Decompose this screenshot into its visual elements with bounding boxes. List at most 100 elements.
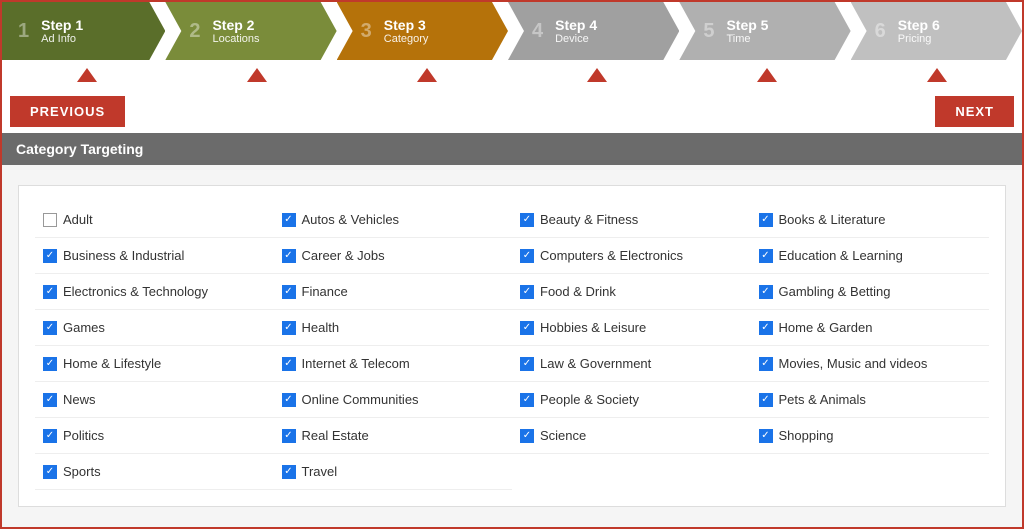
step-number-5: 5: [703, 20, 714, 43]
category-label: Beauty & Fitness: [540, 212, 638, 227]
category-item[interactable]: Hobbies & Leisure: [512, 310, 751, 346]
category-item[interactable]: Law & Government: [512, 346, 751, 382]
category-label: Law & Government: [540, 356, 651, 371]
category-label: Education & Learning: [779, 248, 903, 263]
category-item[interactable]: Home & Lifestyle: [35, 346, 274, 382]
category-item[interactable]: Sports: [35, 454, 274, 490]
category-checkbox[interactable]: [282, 321, 296, 335]
step-title-4: Step 4: [555, 17, 597, 33]
category-item[interactable]: Politics: [35, 418, 274, 454]
step-subtitle-3: Category: [384, 33, 429, 45]
category-checkbox[interactable]: [282, 429, 296, 443]
category-checkbox[interactable]: [43, 249, 57, 263]
arrow-container-3: [342, 60, 512, 90]
category-item[interactable]: Autos & Vehicles: [274, 202, 513, 238]
category-checkbox[interactable]: [282, 285, 296, 299]
category-item[interactable]: Internet & Telecom: [274, 346, 513, 382]
step-subtitle-5: Time: [726, 33, 768, 45]
category-checkbox[interactable]: [282, 249, 296, 263]
category-item[interactable]: Finance: [274, 274, 513, 310]
category-label: Travel: [302, 464, 338, 479]
step-title-3: Step 3: [384, 17, 429, 33]
category-item[interactable]: Science: [512, 418, 751, 454]
category-checkbox[interactable]: [520, 321, 534, 335]
category-checkbox[interactable]: [759, 213, 773, 227]
category-checkbox[interactable]: [759, 285, 773, 299]
category-checkbox[interactable]: [43, 285, 57, 299]
category-item[interactable]: Travel: [274, 454, 513, 490]
category-checkbox[interactable]: [43, 357, 57, 371]
category-checkbox[interactable]: [759, 393, 773, 407]
category-item[interactable]: Adult: [35, 202, 274, 238]
step-title-1: Step 1: [41, 17, 83, 33]
step-title-6: Step 6: [898, 17, 940, 33]
category-label: Real Estate: [302, 428, 369, 443]
category-checkbox[interactable]: [520, 357, 534, 371]
step-1[interactable]: 1 Step 1 Ad Info: [2, 2, 165, 60]
category-label: Gambling & Betting: [779, 284, 891, 299]
category-item[interactable]: Beauty & Fitness: [512, 202, 751, 238]
category-item[interactable]: Business & Industrial: [35, 238, 274, 274]
step-3[interactable]: 3 Step 3 Category: [337, 2, 508, 60]
category-item[interactable]: Education & Learning: [751, 238, 990, 274]
arrow-container-5: [682, 60, 852, 90]
category-label: News: [63, 392, 96, 407]
category-checkbox[interactable]: [282, 213, 296, 227]
step-2[interactable]: 2 Step 2 Locations: [165, 2, 336, 60]
category-item[interactable]: Shopping: [751, 418, 990, 454]
category-item[interactable]: Gambling & Betting: [751, 274, 990, 310]
category-label: Pets & Animals: [779, 392, 866, 407]
category-item[interactable]: Online Communities: [274, 382, 513, 418]
page-wrapper: 1 Step 1 Ad Info 2 Step 2 Locations 3 St…: [0, 0, 1024, 529]
category-item[interactable]: People & Society: [512, 382, 751, 418]
category-checkbox[interactable]: [520, 249, 534, 263]
category-item[interactable]: Movies, Music and videos: [751, 346, 990, 382]
category-checkbox[interactable]: [43, 321, 57, 335]
prev-button[interactable]: PREVIOUS: [10, 96, 125, 127]
category-item[interactable]: News: [35, 382, 274, 418]
category-item[interactable]: Computers & Electronics: [512, 238, 751, 274]
arrow-container-6: [852, 60, 1022, 90]
step-number-2: 2: [189, 20, 200, 43]
category-checkbox[interactable]: [759, 357, 773, 371]
category-checkbox[interactable]: [759, 321, 773, 335]
step-number-3: 3: [361, 20, 372, 43]
category-item[interactable]: Home & Garden: [751, 310, 990, 346]
category-item[interactable]: Real Estate: [274, 418, 513, 454]
category-label: Science: [540, 428, 586, 443]
category-label: Hobbies & Leisure: [540, 320, 646, 335]
category-checkbox[interactable]: [43, 213, 57, 227]
next-button[interactable]: NEXT: [935, 96, 1014, 127]
category-checkbox[interactable]: [282, 393, 296, 407]
arrow-up-5: [757, 68, 777, 82]
stepper: 1 Step 1 Ad Info 2 Step 2 Locations 3 St…: [2, 2, 1022, 60]
arrow-up-3: [417, 68, 437, 82]
category-item[interactable]: Career & Jobs: [274, 238, 513, 274]
category-item[interactable]: Food & Drink: [512, 274, 751, 310]
category-item[interactable]: Pets & Animals: [751, 382, 990, 418]
category-label: People & Society: [540, 392, 639, 407]
category-label: Shopping: [779, 428, 834, 443]
category-label: Books & Literature: [779, 212, 886, 227]
category-checkbox[interactable]: [520, 285, 534, 299]
category-label: Business & Industrial: [63, 248, 184, 263]
step-4[interactable]: 4 Step 4 Device: [508, 2, 679, 60]
section-title: Category Targeting: [16, 141, 143, 157]
category-checkbox[interactable]: [759, 429, 773, 443]
category-checkbox[interactable]: [520, 213, 534, 227]
category-item[interactable]: Books & Literature: [751, 202, 990, 238]
category-checkbox[interactable]: [282, 465, 296, 479]
category-content: AdultAutos & Vehicles Beauty & Fitness Boo…: [2, 165, 1022, 527]
category-checkbox[interactable]: [43, 465, 57, 479]
category-item[interactable]: Games: [35, 310, 274, 346]
category-checkbox[interactable]: [759, 249, 773, 263]
category-checkbox[interactable]: [43, 393, 57, 407]
category-checkbox[interactable]: [43, 429, 57, 443]
category-item[interactable]: Electronics & Technology: [35, 274, 274, 310]
step-6[interactable]: 6 Step 6 Pricing: [851, 2, 1022, 60]
category-item[interactable]: Health: [274, 310, 513, 346]
step-5[interactable]: 5 Step 5 Time: [679, 2, 850, 60]
category-checkbox[interactable]: [520, 429, 534, 443]
category-checkbox[interactable]: [282, 357, 296, 371]
category-checkbox[interactable]: [520, 393, 534, 407]
